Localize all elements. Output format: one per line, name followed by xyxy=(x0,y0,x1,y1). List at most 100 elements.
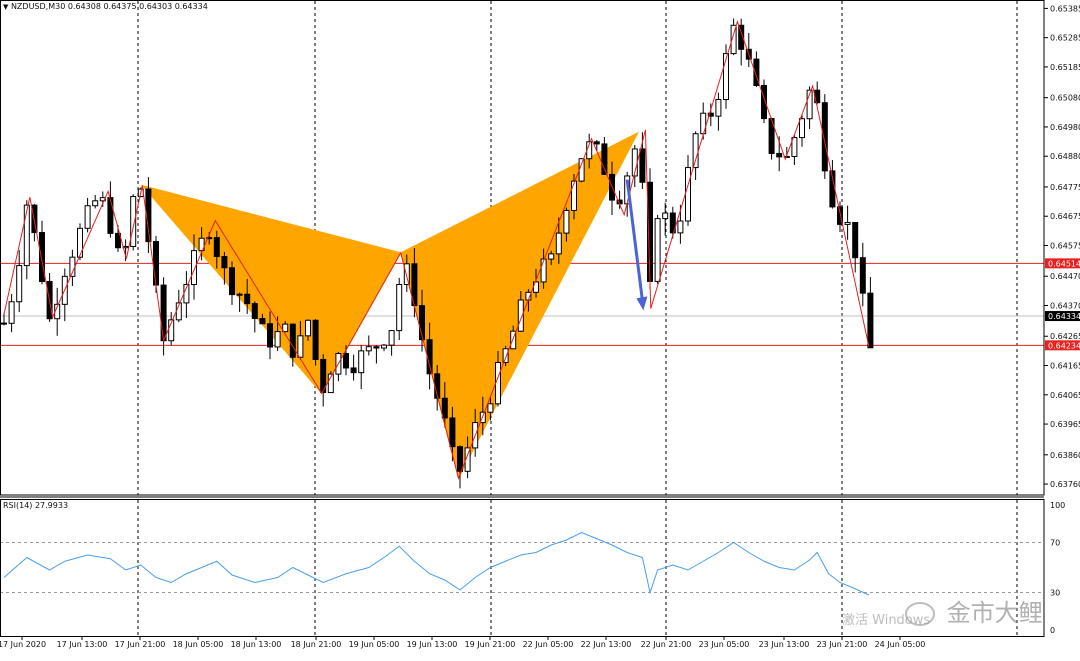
bullish-candle xyxy=(677,220,684,234)
time-axis-label: 22 Jun 13:00 xyxy=(581,640,632,649)
bearish-candle xyxy=(153,241,159,286)
rsi-header-text: RSI(14) 27.9933 xyxy=(3,501,69,510)
bullish-candle xyxy=(236,293,243,296)
bullish-candle xyxy=(77,227,83,258)
brand-watermark: 金市大鲤 xyxy=(905,593,1043,628)
symbol-header-text: NZDUSD,M30 0.64308 0.64375 0.64303 0.643… xyxy=(10,2,208,11)
bullish-candle xyxy=(92,200,99,207)
bullish-candle xyxy=(23,204,30,267)
chart-canvas[interactable]: 0.64514 0.64234 0.64334 100 70 30 0 17 Jun 20… xyxy=(0,0,1080,657)
bullish-candle xyxy=(396,283,403,332)
price-axis-label: 0.64470 xyxy=(1050,272,1080,281)
symbol-header[interactable]: ▼ NZDUSD,M30 0.64308 0.64375 0.64303 0.6… xyxy=(3,2,208,11)
bearish-candle xyxy=(593,141,600,145)
bearish-candle xyxy=(244,293,251,305)
time-axis-label: 18 Jun 21:00 xyxy=(291,640,342,649)
bearish-candle xyxy=(373,346,380,349)
bullish-candle xyxy=(365,346,372,352)
price-axis-label: 0.64880 xyxy=(1050,152,1080,161)
bearish-candle xyxy=(160,284,167,342)
bullish-candle xyxy=(654,218,661,282)
price-axis-label: 0.63965 xyxy=(1050,420,1080,429)
bearish-candle xyxy=(859,257,866,294)
bearish-candle xyxy=(1,322,7,325)
arrow-annotation xyxy=(625,179,648,311)
price-axis-label: 0.63760 xyxy=(1050,480,1080,489)
time-axis-label: 23 Jun 05:00 xyxy=(699,640,750,649)
bullish-candle xyxy=(487,403,494,413)
bullish-candle xyxy=(548,253,555,260)
price-label-text: 0.64514 xyxy=(1048,259,1080,268)
rsi-axis-label: 100 xyxy=(1050,501,1065,510)
arrow-shaft xyxy=(625,179,644,301)
bullish-candle xyxy=(563,209,570,234)
time-axis-label: 17 Jun 13:00 xyxy=(57,640,108,649)
wechat-icon xyxy=(905,602,935,626)
time-axis-label: 18 Jun 05:00 xyxy=(173,640,224,649)
price-axis-label: 0.64980 xyxy=(1050,123,1080,132)
bullish-candle xyxy=(274,331,281,348)
price-axis-label: 0.65080 xyxy=(1050,94,1080,103)
rsi-line xyxy=(3,531,870,596)
bullish-candle xyxy=(84,205,91,229)
bearish-candle xyxy=(213,237,220,258)
bearish-candle xyxy=(441,397,448,419)
bullish-candle xyxy=(358,350,365,374)
bearish-candle xyxy=(350,367,357,374)
time-axis-label: 22 Jun 05:00 xyxy=(523,640,574,649)
triangle-down-icon[interactable]: ▼ xyxy=(3,3,8,11)
bullish-candle xyxy=(305,319,311,337)
bullish-candle xyxy=(495,362,501,405)
rsi-axis-label: 30 xyxy=(1050,589,1060,598)
bearish-candle xyxy=(639,148,646,183)
price-label-text: 0.64334 xyxy=(1048,312,1080,321)
bearish-candle xyxy=(821,102,828,172)
price-axis-label: 0.64065 xyxy=(1050,391,1080,400)
bearish-candle xyxy=(251,303,258,320)
price-axis-label: 0.65185 xyxy=(1050,63,1080,72)
price-axis-label: 0.64675 xyxy=(1050,212,1080,221)
time-axis-label: 19 Jun 05:00 xyxy=(349,640,400,649)
time-axis-label: 23 Jun 21:00 xyxy=(817,640,868,649)
price-axis-label: 0.63860 xyxy=(1050,451,1080,460)
bullish-candle xyxy=(578,158,585,182)
rsi-axis-label: 70 xyxy=(1050,539,1060,548)
bullish-candle xyxy=(844,221,851,225)
time-axis-label: 24 Jun 05:00 xyxy=(875,640,926,649)
bearish-candle xyxy=(259,318,266,325)
time-axis-label: 19 Jun 13:00 xyxy=(407,640,458,649)
bullish-candle xyxy=(571,180,577,211)
bullish-candle xyxy=(540,258,547,283)
bearish-candle xyxy=(343,353,349,369)
bullish-candle xyxy=(297,335,304,358)
bullish-candle xyxy=(16,265,23,303)
arrow-head xyxy=(636,296,648,311)
price-axis-label: 0.64575 xyxy=(1050,242,1080,251)
time-axis-label: 17 Jun 2020 xyxy=(0,640,46,649)
bearish-candle xyxy=(776,152,783,158)
bullish-candle xyxy=(692,133,699,169)
price-axis-label: 0.64265 xyxy=(1050,332,1080,341)
time-axis-label: 19 Jun 21:00 xyxy=(465,640,516,649)
bullish-candle xyxy=(685,167,691,222)
bullish-candle xyxy=(381,344,387,349)
price-axis-label: 0.64165 xyxy=(1050,362,1080,371)
bearish-candle xyxy=(312,319,319,360)
bullish-candle xyxy=(555,232,562,255)
rsi-header: RSI(14) 27.9933 xyxy=(3,501,68,510)
time-axis-label: 22 Jun 21:00 xyxy=(641,640,692,649)
harmonic-pattern xyxy=(140,131,639,480)
bearish-candle xyxy=(229,267,235,296)
price-axis-label: 0.64775 xyxy=(1050,183,1080,192)
bullish-candle xyxy=(502,348,509,364)
bullish-candle xyxy=(388,330,395,346)
rsi-axis-label: 0 xyxy=(1050,626,1055,635)
bullish-candle xyxy=(8,301,15,324)
bearish-candle xyxy=(267,323,273,348)
trading-chart[interactable]: 0.64514 0.64234 0.64334 100 70 30 0 17 Jun 20… xyxy=(0,0,1080,657)
price-axis-label: 0.64370 xyxy=(1050,302,1080,311)
brand-text: 金市大鲤 xyxy=(946,599,1043,627)
bullish-candle xyxy=(715,99,722,117)
time-axis-label: 18 Jun 13:00 xyxy=(231,640,282,649)
bullish-candle xyxy=(662,212,669,220)
